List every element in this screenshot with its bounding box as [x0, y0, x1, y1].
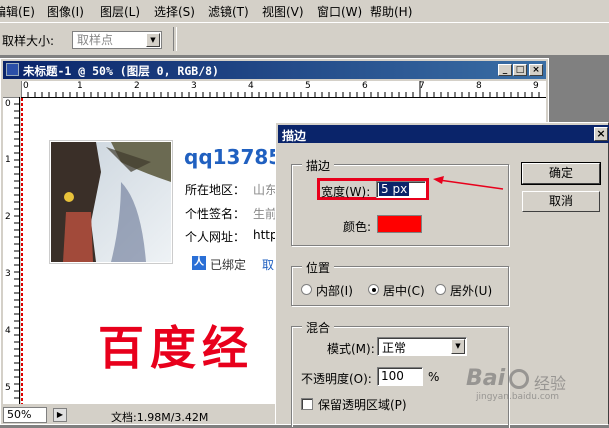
position-outside-radio[interactable]	[435, 284, 446, 295]
ruler-v-label: 2	[5, 212, 11, 222]
horizontal-ruler: 0 1 2 3 4 5 6 7 8 9	[21, 81, 546, 98]
dialog-title-bar[interactable]: 描边 ×	[278, 125, 609, 143]
ruler-h-label: 3	[191, 81, 197, 91]
ruler-h-label: 5	[305, 81, 311, 91]
dialog-title: 描边	[282, 129, 307, 143]
menu-view[interactable]: 视图(V)	[262, 3, 304, 20]
menu-layer[interactable]: 图层(L)	[100, 3, 140, 20]
menu-bar: 编辑(E) 图像(I) 图层(L) 选择(S) 滤镜(T) 视图(V) 窗口(W…	[0, 0, 609, 23]
vertical-ruler: 0 1 2 3 4 5	[3, 97, 20, 404]
region-label: 所在地区：	[185, 183, 246, 197]
canvas-edge-line	[21, 98, 23, 404]
website-value[interactable]: http	[253, 228, 278, 242]
close-icon[interactable]: ×	[594, 127, 608, 141]
sample-size-value: 取样点	[77, 33, 114, 47]
menu-image[interactable]: 图像(I)	[47, 3, 84, 20]
options-bar: 取样大小: 取样点 ▼	[0, 23, 609, 56]
mode-select[interactable]: 正常 ▼	[377, 337, 467, 356]
paw-icon	[509, 369, 529, 389]
ruler-h-label: 8	[476, 81, 482, 91]
annotation-arrow-icon	[433, 176, 504, 190]
color-label: 颜色:	[343, 220, 372, 234]
position-inside-label[interactable]: 内部(I)	[316, 282, 353, 299]
position-center-label[interactable]: 居中(C)	[383, 282, 425, 299]
ruler-v-label: 5	[5, 383, 11, 393]
workspace-background	[549, 58, 609, 122]
position-outside-label[interactable]: 居外(U)	[450, 282, 492, 299]
opacity-label: 不透明度(O):	[301, 372, 372, 386]
preserve-transparency-label[interactable]: 保留透明区域(P)	[318, 396, 407, 413]
ruler-v-label: 3	[5, 269, 11, 279]
mode-label: 模式(M):	[327, 342, 375, 356]
position-inside-radio[interactable]	[301, 284, 312, 295]
toolbar-separator	[173, 27, 177, 51]
signature-value: 生前	[253, 207, 278, 221]
maximize-icon[interactable]: □	[513, 64, 527, 76]
position-center-radio[interactable]	[368, 284, 379, 295]
stroke-dialog: 描边 × 描边 宽度(W): 5 px 颜色: 确定 取消 位置 内部(I) 居…	[275, 122, 609, 428]
bound-account-icon: 人	[192, 256, 206, 270]
ruler-h-label: 9	[533, 81, 539, 91]
ruler-h-label: 6	[362, 81, 368, 91]
baidu-watermark: Bai 经验 jingyan.baidu.com	[466, 366, 596, 406]
ruler-v-label: 1	[5, 155, 11, 165]
width-input[interactable]: 5 px	[376, 181, 426, 198]
minimize-icon[interactable]: _	[498, 64, 512, 76]
watermark-url: jingyan.baidu.com	[476, 392, 560, 402]
chevron-down-icon[interactable]: ▼	[451, 339, 465, 354]
watermark-suffix: 经验	[534, 374, 567, 393]
avatar-frame	[49, 140, 173, 264]
width-value: 5 px	[379, 182, 410, 196]
preserve-transparency-checkbox[interactable]	[301, 398, 313, 410]
color-swatch[interactable]	[377, 215, 422, 233]
website-label: 个人网址：	[185, 230, 246, 244]
ruler-h-label: 4	[248, 81, 254, 91]
blend-group-label: 混合	[302, 319, 335, 336]
menu-help[interactable]: 帮助(H)	[370, 3, 412, 20]
ruler-v-label: 0	[5, 99, 11, 109]
watermark-brand: Bai	[466, 366, 506, 391]
banner-text: 百度经	[98, 321, 254, 375]
ruler-v-label: 4	[5, 326, 11, 336]
ruler-ticks	[3, 97, 19, 399]
menu-edit[interactable]: 编辑(E)	[0, 3, 35, 20]
document-title: 未标题-1 @ 50% (图层 0, RGB/8)	[23, 64, 219, 78]
width-label: 宽度(W):	[321, 185, 371, 199]
bound-link[interactable]: 取	[262, 256, 274, 273]
avatar	[51, 142, 171, 262]
zoom-field[interactable]: 50%	[3, 407, 47, 423]
opacity-input[interactable]: 100	[377, 367, 423, 386]
sample-size-select[interactable]: 取样点 ▼	[72, 31, 162, 49]
position-group-label: 位置	[302, 259, 335, 276]
doc-size-info: 文档:1.98M/3.42M	[111, 411, 209, 424]
ok-button[interactable]: 确定	[521, 162, 601, 185]
bound-status-text: 已绑定	[210, 258, 247, 272]
opacity-value: 100	[381, 369, 404, 383]
sample-size-label: 取样大小:	[2, 34, 55, 48]
signature-label: 个性签名：	[185, 207, 246, 221]
document-title-bar[interactable]: 未标题-1 @ 50% (图层 0, RGB/8) _ □ ×	[3, 61, 546, 79]
chevron-down-icon[interactable]: ▼	[146, 33, 160, 47]
cancel-button[interactable]: 取消	[522, 191, 600, 212]
ruler-h-label: 0	[23, 81, 29, 91]
status-menu-icon[interactable]: ▶	[53, 408, 67, 422]
ruler-h-label: 1	[77, 81, 83, 91]
ruler-h-label: 2	[134, 81, 140, 91]
opacity-unit: %	[428, 370, 440, 384]
menu-window[interactable]: 窗口(W)	[317, 3, 362, 20]
mode-value: 正常	[382, 341, 407, 355]
region-value: 山东	[253, 183, 278, 197]
photoshop-document-icon	[6, 63, 19, 76]
menu-select[interactable]: 选择(S)	[154, 3, 195, 20]
stroke-group-label: 描边	[302, 157, 335, 174]
ruler-ticks	[21, 81, 540, 97]
ruler-h-label: 7	[419, 81, 425, 91]
close-icon[interactable]: ×	[529, 64, 543, 76]
menu-filter[interactable]: 滤镜(T)	[208, 3, 249, 20]
